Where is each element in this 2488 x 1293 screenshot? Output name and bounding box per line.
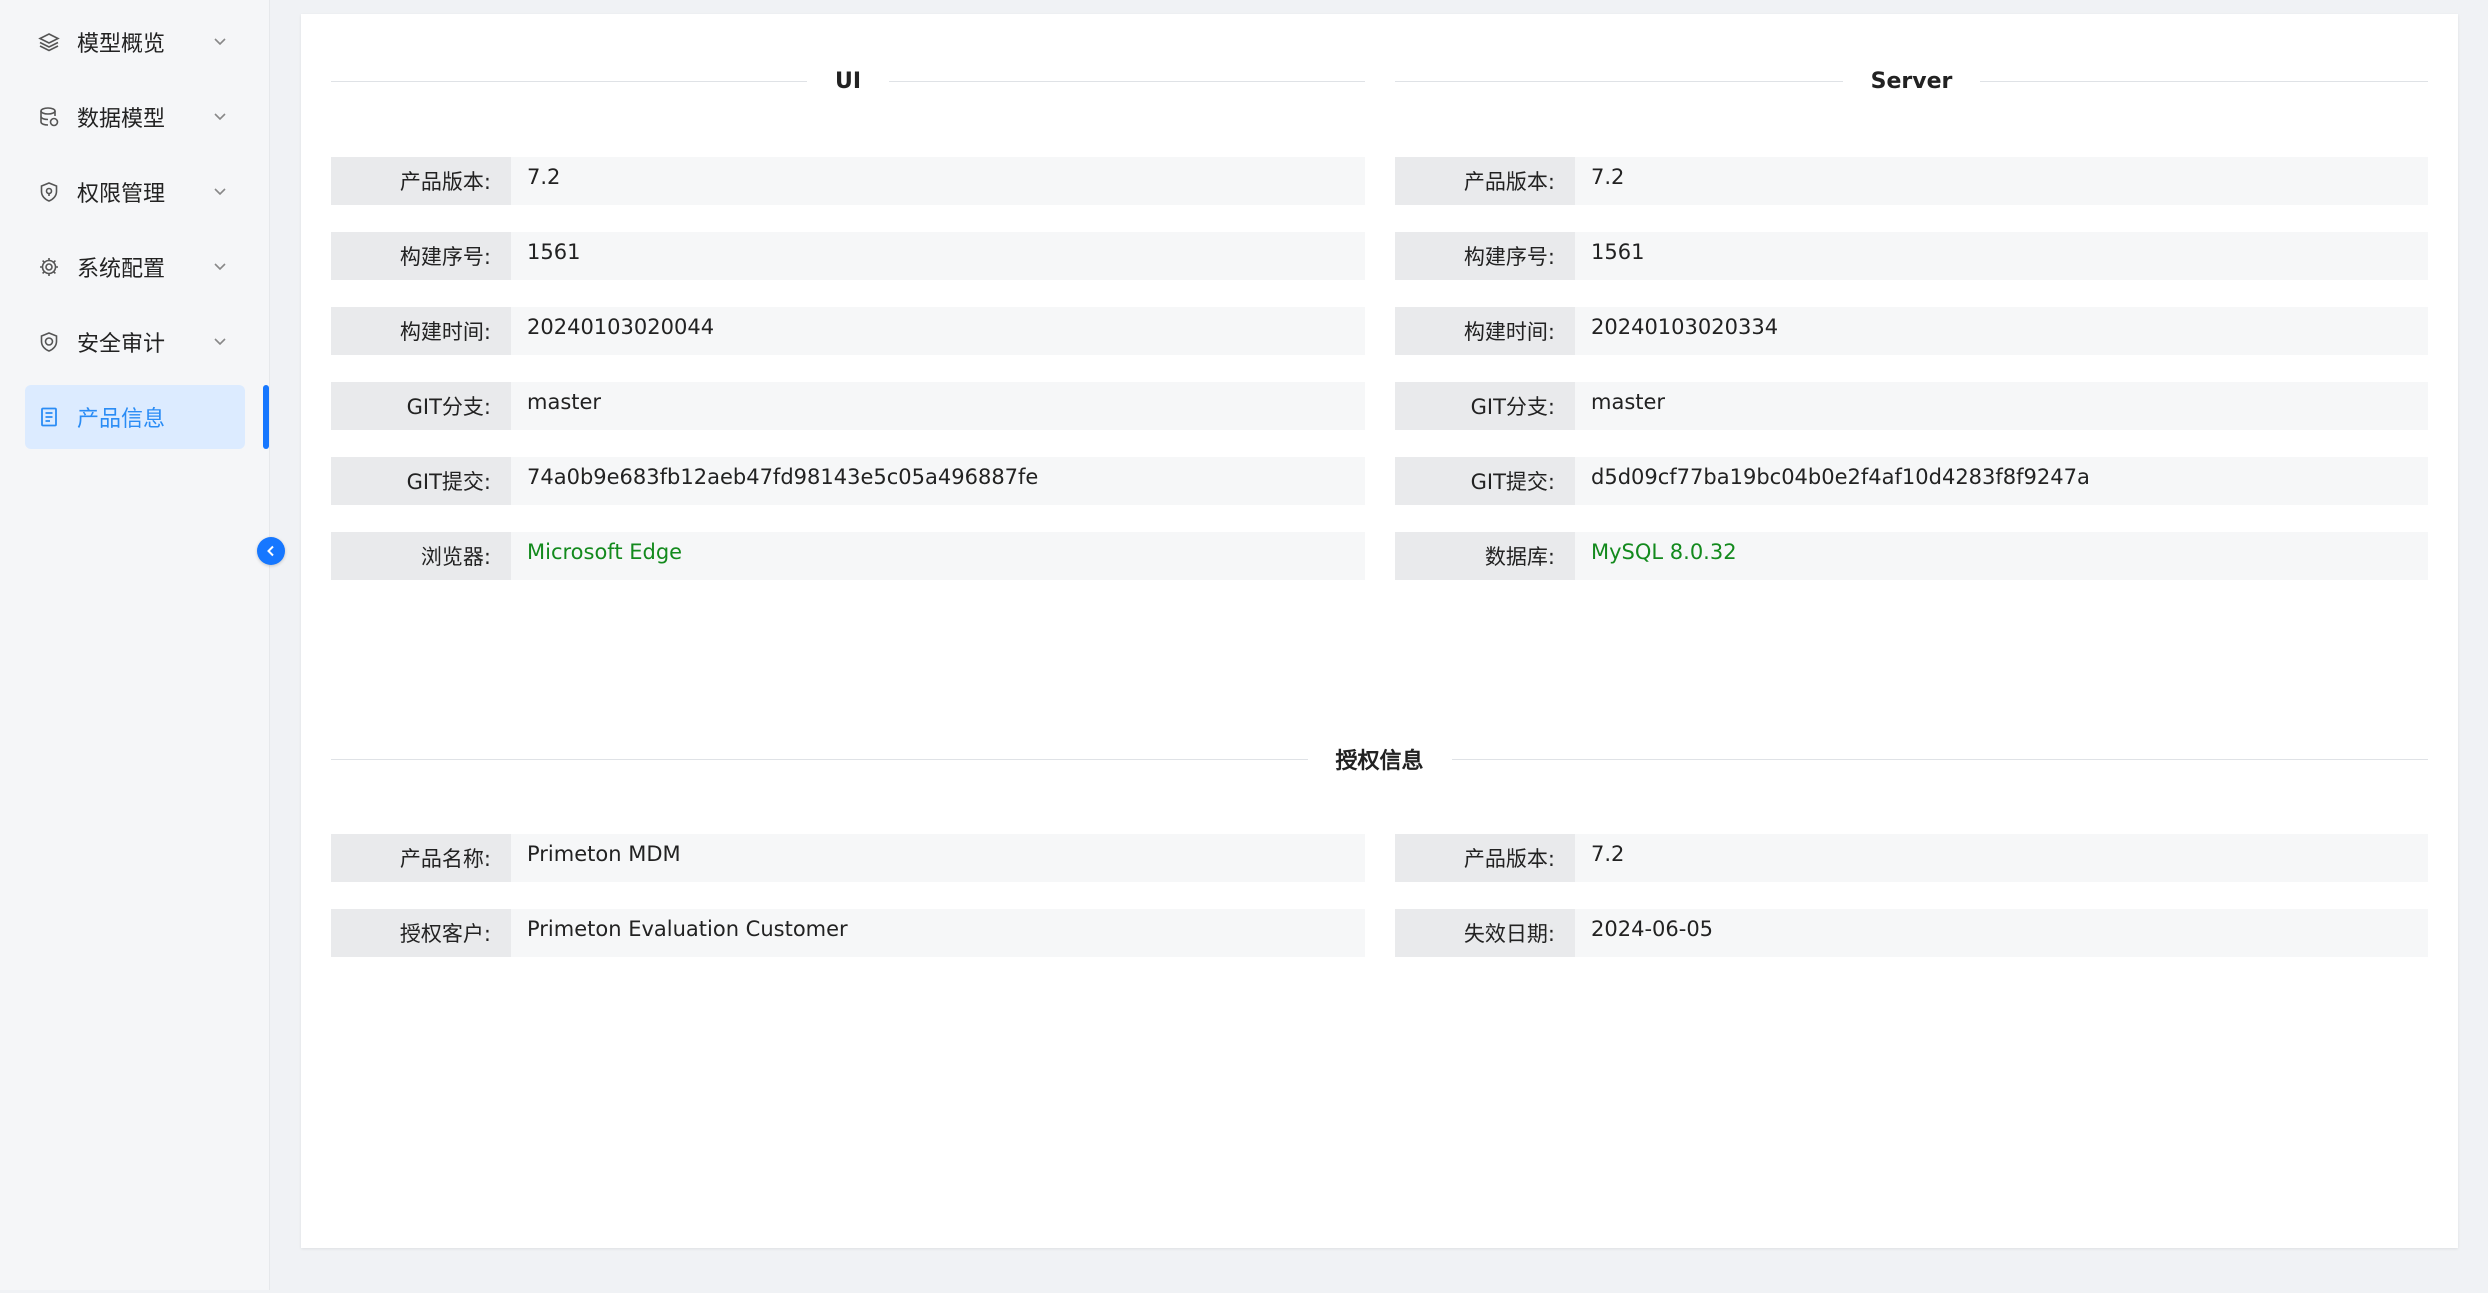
field-value: master — [511, 382, 1365, 430]
ui-row-git-commit: GIT提交: 74a0b9e683fb12aeb47fd98143e5c05a4… — [331, 457, 1365, 505]
shield-icon — [29, 172, 69, 212]
server-row-build-number: 构建序号: 1561 — [1395, 232, 2428, 280]
database-icon — [29, 97, 69, 137]
chevron-down-icon — [214, 38, 226, 46]
field-label: 产品版本: — [1395, 834, 1575, 882]
active-indicator — [263, 385, 269, 449]
field-label: GIT提交: — [1395, 457, 1575, 505]
server-row-database: 数据库: MySQL 8.0.32 — [1395, 532, 2428, 580]
license-row-customer: 授权客户: Primeton Evaluation Customer — [331, 909, 1365, 957]
section-title: 授权信息 — [1335, 749, 1424, 774]
server-row-build-time: 构建时间: 20240103020334 — [1395, 307, 2428, 355]
field-value: 1561 — [511, 232, 1365, 280]
field-value: 7.2 — [1575, 157, 2428, 205]
field-label: 授权客户: — [331, 909, 511, 957]
field-value: MySQL 8.0.32 — [1575, 532, 2428, 580]
sidebar-item-label: 系统配置 — [77, 257, 166, 282]
ui-row-browser: 浏览器: Microsoft Edge — [331, 532, 1365, 580]
sidebar-item-label: 产品信息 — [77, 407, 166, 432]
sidebar-item-model-overview[interactable]: 模型概览 — [25, 10, 245, 74]
section-header-license: 授权信息 — [331, 739, 2429, 779]
field-value: 7.2 — [1575, 834, 2428, 882]
field-label: 产品版本: — [1395, 157, 1575, 205]
field-label: GIT分支: — [1395, 382, 1575, 430]
section-header-server: Server — [1395, 61, 2429, 101]
sidebar-item-label: 数据模型 — [77, 107, 166, 132]
field-label: GIT分支: — [331, 382, 511, 430]
chevron-down-icon — [214, 338, 226, 346]
license-row-product-name: 产品名称: Primeton MDM — [331, 834, 1365, 882]
field-label: 数据库: — [1395, 532, 1575, 580]
divider — [331, 80, 807, 82]
ui-row-version: 产品版本: 7.2 — [331, 157, 1365, 205]
license-row-expiry-date: 失效日期: 2024-06-05 — [1395, 909, 2428, 957]
field-value: Primeton Evaluation Customer — [511, 909, 1365, 957]
field-label: 构建序号: — [1395, 232, 1575, 280]
field-label: 构建时间: — [331, 307, 511, 355]
field-value: master — [1575, 382, 2428, 430]
sidebar-item-label: 安全审计 — [77, 332, 166, 357]
document-icon — [29, 397, 69, 437]
shield-check-icon — [29, 322, 69, 362]
license-row-product-version: 产品版本: 7.2 — [1395, 834, 2428, 882]
chevron-left-icon — [267, 545, 274, 557]
server-row-git-commit: GIT提交: d5d09cf77ba19bc04b0e2f4af10d4283f… — [1395, 457, 2428, 505]
sidebar-item-label: 模型概览 — [77, 32, 166, 57]
gear-icon — [29, 247, 69, 287]
sidebar-item-product-info[interactable]: 产品信息 — [25, 385, 245, 449]
field-value: 20240103020044 — [511, 307, 1365, 355]
field-value: 74a0b9e683fb12aeb47fd98143e5c05a496887fe — [511, 457, 1365, 505]
sidebar-item-security-audit[interactable]: 安全审计 — [25, 310, 245, 374]
chevron-down-icon — [214, 113, 226, 121]
section-title: Server — [1870, 68, 1953, 94]
sidebar: 模型概览 数据模型 权限管理 系统配置 安全审计 产品信息 — [0, 0, 270, 1290]
product-info-card: UI Server 产品版本: 7.2 构建序号: 1561 构建时间: 202… — [301, 14, 2458, 1248]
divider — [331, 758, 1308, 760]
sidebar-item-label: 权限管理 — [77, 182, 166, 207]
field-value: Primeton MDM — [511, 834, 1365, 882]
field-label: GIT提交: — [331, 457, 511, 505]
ui-row-build-time: 构建时间: 20240103020044 — [331, 307, 1365, 355]
collapse-sidebar-button[interactable] — [257, 537, 285, 565]
field-value: 2024-06-05 — [1575, 909, 2428, 957]
sidebar-item-system-config[interactable]: 系统配置 — [25, 235, 245, 299]
field-label: 产品版本: — [331, 157, 511, 205]
field-label: 构建时间: — [1395, 307, 1575, 355]
field-value: 7.2 — [511, 157, 1365, 205]
server-row-git-branch: GIT分支: master — [1395, 382, 2428, 430]
ui-row-build-number: 构建序号: 1561 — [331, 232, 1365, 280]
field-label: 产品名称: — [331, 834, 511, 882]
field-label: 失效日期: — [1395, 909, 1575, 957]
layers-icon — [29, 22, 69, 62]
divider — [1395, 80, 1843, 82]
field-value: 20240103020334 — [1575, 307, 2428, 355]
ui-row-git-branch: GIT分支: master — [331, 382, 1365, 430]
field-label: 浏览器: — [331, 532, 511, 580]
section-title: UI — [834, 68, 862, 94]
divider — [1451, 758, 2429, 760]
chevron-down-icon — [214, 263, 226, 271]
field-value: 1561 — [1575, 232, 2428, 280]
app-window: 模型概览 数据模型 权限管理 系统配置 安全审计 产品信息 UI Server … — [0, 0, 2488, 1290]
divider — [1980, 80, 2429, 82]
field-label: 构建序号: — [331, 232, 511, 280]
chevron-down-icon — [214, 188, 226, 196]
sidebar-item-data-model[interactable]: 数据模型 — [25, 85, 245, 149]
server-row-version: 产品版本: 7.2 — [1395, 157, 2428, 205]
sidebar-item-permissions[interactable]: 权限管理 — [25, 160, 245, 224]
divider — [889, 80, 1365, 82]
field-value: d5d09cf77ba19bc04b0e2f4af10d4283f8f9247a — [1575, 457, 2428, 505]
field-value: Microsoft Edge — [511, 532, 1365, 580]
section-header-ui: UI — [331, 61, 1365, 101]
